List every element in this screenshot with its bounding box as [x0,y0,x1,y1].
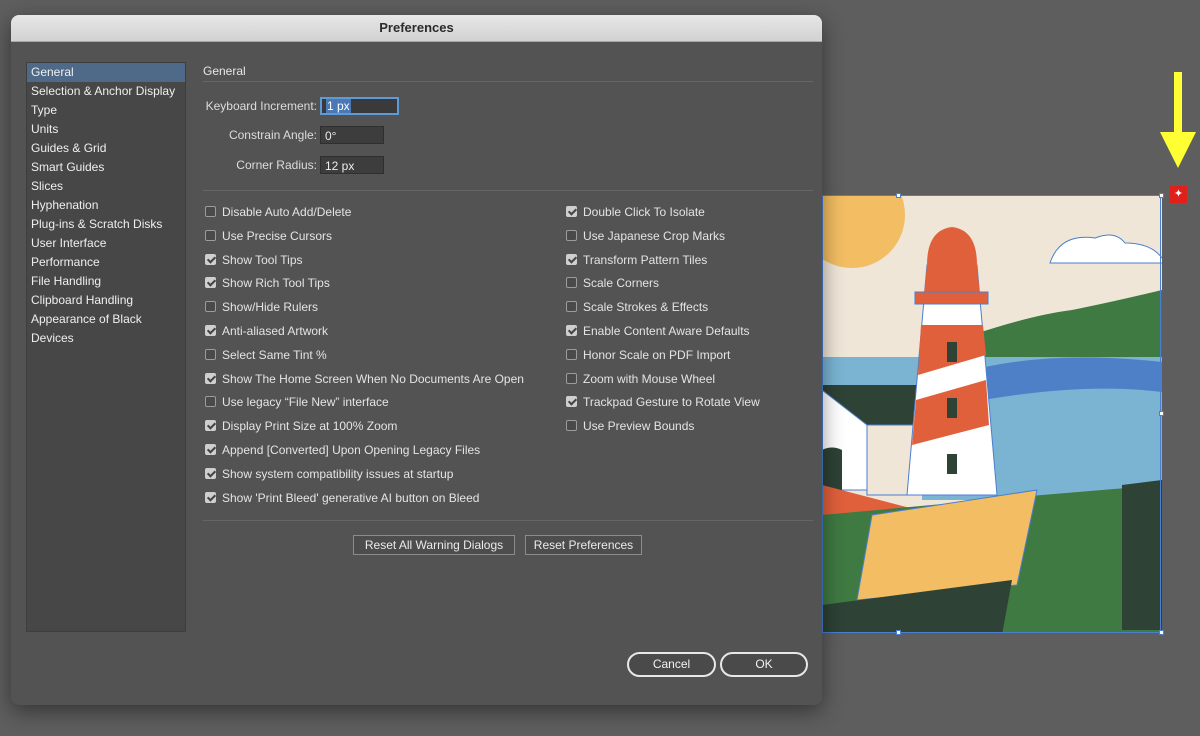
checkbox-unchecked-icon[interactable] [205,229,216,241]
checkbox-checked-icon[interactable] [205,444,216,455]
checkbox-label: Zoom with Mouse Wheel [583,371,716,386]
checkbox-label: Trackpad Gesture to Rotate View [583,395,760,410]
sidebar-item-guides-grid[interactable]: Guides & Grid [27,139,185,158]
selection-handle[interactable] [1159,193,1164,198]
preferences-sidebar: General Selection & Anchor Display Type Uni… [26,62,186,632]
checkbox-label: Scale Strokes & Effects [583,300,709,315]
corner-radius-row: Corner Radius: 12 px [203,156,403,176]
checkbox-label: Select Same Tint % [222,347,327,362]
checkbox-checked-icon[interactable] [205,277,216,289]
keyboard-increment-label: Keyboard Increment: [205,99,317,113]
reset-preferences-button[interactable]: Reset Preferences [525,535,642,555]
selection-handle[interactable] [896,193,901,198]
checkbox-label: Scale Corners [583,276,660,291]
checkbox-checked-icon[interactable] [205,420,216,432]
checkbox-checked-icon[interactable] [205,253,216,265]
corner-radius-label: Corner Radius: [236,158,317,172]
down-arrow-annotation [1160,72,1196,168]
constrain-angle-input[interactable]: 0° [320,126,384,144]
checkbox-unchecked-icon[interactable] [205,301,216,313]
checkbox-unchecked-icon[interactable] [205,396,216,408]
checkbox-label: Show The Home Screen When No Documents A… [222,371,524,386]
checkbox-unchecked-icon[interactable] [566,277,577,289]
dialog-title: Preferences [11,15,822,42]
divider [203,520,813,521]
sidebar-item-performance[interactable]: Performance [27,253,185,272]
checkbox-label: Display Print Size at 100% Zoom [222,419,398,434]
ok-button[interactable]: OK [720,652,808,677]
cancel-button[interactable]: Cancel [627,652,716,677]
sidebar-item-user-interface[interactable]: User Interface [27,234,185,253]
corner-radius-input[interactable]: 12 px [320,156,384,174]
checkbox-checked-icon[interactable] [205,467,216,479]
sidebar-item-general[interactable]: General [27,63,185,82]
selection-handle[interactable] [1159,411,1164,416]
keyboard-increment-row: Keyboard Increment: 1 px [203,97,403,117]
sidebar-item-file-handling[interactable]: File Handling [27,272,185,291]
checkbox-label: Use Precise Cursors [222,228,333,243]
sidebar-item-plug-ins-scratch-disks[interactable]: Plug-ins & Scratch Disks [27,215,185,234]
checkbox-unchecked-icon[interactable] [566,372,577,384]
checkbox-checked-icon[interactable] [566,325,577,336]
selection-handle[interactable] [1159,630,1164,635]
preferences-dialog: Preferences General Selection & Anchor Di… [11,15,822,705]
checkbox-label: Use Japanese Crop Marks [583,228,726,243]
checkbox-unchecked-icon[interactable] [566,229,577,241]
checkbox-unchecked-icon[interactable] [205,206,216,217]
checkbox-checked-icon[interactable] [205,372,216,384]
checkbox-label: Disable Auto Add/Delete [222,205,352,219]
sidebar-item-appearance-of-black[interactable]: Appearance of Black [27,310,185,329]
checkbox-checked-icon[interactable] [205,491,216,503]
checkbox-label: Use Preview Bounds [583,419,695,434]
generative-ai-widget-icon[interactable]: ✦ [1170,186,1187,203]
constrain-angle-row: Constrain Angle: 0° [203,126,403,146]
checkbox-label: Honor Scale on PDF Import [583,347,731,362]
checkbox-label: Use legacy “File New” interface [222,395,389,410]
selection-bounding-box[interactable] [822,195,1161,633]
sidebar-item-clipboard-handling[interactable]: Clipboard Handling [27,291,185,310]
checkbox-label: Show 'Print Bleed' generative AI button … [222,490,480,505]
constrain-angle-label: Constrain Angle: [228,128,317,142]
keyboard-increment-input[interactable]: 1 px [320,97,399,115]
checkbox-label: Append [Converted] Upon Opening Legacy F… [222,443,481,457]
divider [203,190,813,191]
checkbox-label: Show system compatibility issues at star… [222,466,454,481]
sidebar-item-devices[interactable]: Devices [27,329,185,348]
sidebar-item-selection-anchor-display[interactable]: Selection & Anchor Display [27,82,185,101]
sidebar-item-smart-guides[interactable]: Smart Guides [27,158,185,177]
divider [203,81,813,82]
reset-all-warning-dialogs-button[interactable]: Reset All Warning Dialogs [353,535,515,555]
section-title: General [203,64,246,78]
checkbox-checked-icon[interactable] [566,206,577,217]
checkbox-checked-icon[interactable] [566,396,577,408]
checkbox-unchecked-icon[interactable] [205,348,216,360]
general-panel: General [203,62,813,82]
checkbox-label: Double Click To Isolate [583,205,705,219]
selection-handle[interactable] [896,630,901,635]
checkbox-checked-icon[interactable] [566,253,577,265]
sidebar-item-hyphenation[interactable]: Hyphenation [27,196,185,215]
checkbox-label: Show Tool Tips [222,252,303,267]
sidebar-item-type[interactable]: Type [27,101,185,120]
checkbox-label: Show/Hide Rulers [222,300,319,315]
checkbox-unchecked-icon[interactable] [566,301,577,313]
checkbox-checked-icon[interactable] [205,325,216,336]
sidebar-item-units[interactable]: Units [27,120,185,139]
sidebar-item-slices[interactable]: Slices [27,177,185,196]
checkbox-unchecked-icon[interactable] [566,348,577,360]
checkbox-label: Anti-aliased Artwork [222,324,329,338]
checkbox-label: Enable Content Aware Defaults [583,324,750,338]
checkbox-label: Transform Pattern Tiles [583,252,708,267]
checkbox-label: Show Rich Tool Tips [222,276,330,291]
checkbox-unchecked-icon[interactable] [566,420,577,432]
